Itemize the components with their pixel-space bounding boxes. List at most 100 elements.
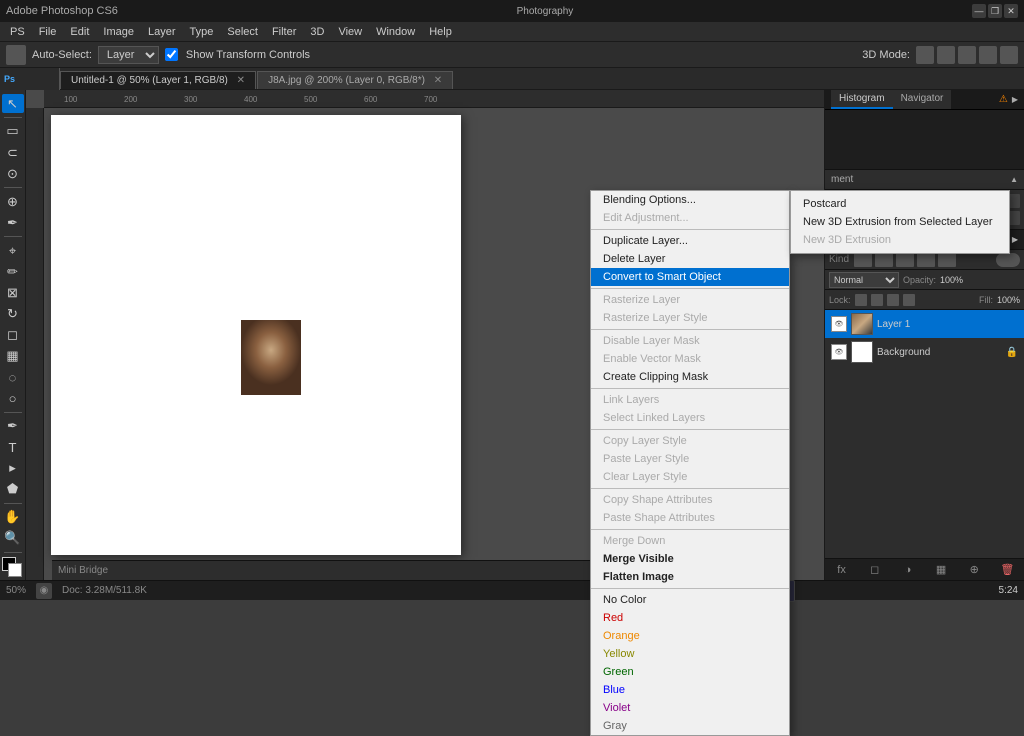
ctx-merge-visible[interactable]: Merge Visible (591, 550, 789, 568)
new-group-btn[interactable]: ▦ (933, 562, 949, 578)
shape-tool[interactable]: ⬟ (2, 480, 24, 499)
eraser-tool[interactable]: ◻ (2, 325, 24, 344)
tab-navigator[interactable]: Navigator (893, 90, 952, 109)
add-mask-btn[interactable]: ◻ (867, 562, 883, 578)
histogram-display (825, 110, 1024, 170)
new-layer-btn[interactable]: ⊕ (966, 562, 982, 578)
filter-icon-3[interactable] (896, 253, 914, 267)
3d-scale-btn[interactable] (1000, 46, 1018, 64)
char-panel-arrow[interactable]: ▲ (1010, 175, 1018, 184)
lock-transparent-btn[interactable] (855, 294, 867, 306)
menu-help[interactable]: Help (423, 24, 458, 40)
lock-all-btn[interactable] (903, 294, 915, 306)
auto-select-dropdown[interactable]: Layer Group (98, 46, 159, 64)
hand-tool[interactable]: ✋ (2, 508, 24, 527)
tab-untitled[interactable]: Untitled-1 @ 50% (Layer 1, RGB/8) ✕ (60, 71, 256, 89)
ctx-red[interactable]: Red (591, 609, 789, 627)
layers-footer: fx ◻ ◑ ▦ ⊕ 🗑 (825, 558, 1024, 580)
sub-postcard[interactable]: Postcard (791, 195, 1009, 213)
ctx-gray[interactable]: Gray (591, 717, 789, 735)
maximize-button[interactable]: ❐ (988, 4, 1002, 18)
move-tool[interactable]: ↖ (2, 94, 24, 113)
quickselect-tool[interactable]: ⊙ (2, 164, 24, 183)
3d-slide-btn[interactable] (979, 46, 997, 64)
menu-select[interactable]: Select (221, 24, 264, 40)
history-brush-tool[interactable]: ↻ (2, 304, 24, 323)
ctx-clipping-mask[interactable]: Create Clipping Mask (591, 368, 789, 386)
minimize-button[interactable]: — (972, 4, 986, 18)
layers-collapse[interactable]: ▶ (1012, 235, 1018, 244)
add-fx-btn[interactable]: fx (834, 562, 850, 578)
close-button[interactable]: ✕ (1004, 4, 1018, 18)
filter-icon-1[interactable] (854, 253, 872, 267)
tab-j8a-close[interactable]: ✕ (434, 75, 442, 86)
filter-icon-5[interactable] (938, 253, 956, 267)
bg-visibility-eye[interactable]: 👁 (831, 344, 847, 360)
menu-window[interactable]: Window (370, 24, 421, 40)
menu-layer[interactable]: Layer (142, 24, 182, 40)
crop-tool[interactable]: ⊕ (2, 192, 24, 211)
lock-position-btn[interactable] (887, 294, 899, 306)
dodge-tool[interactable]: ○ (2, 389, 24, 408)
ctx-blending-options[interactable]: Blending Options... (591, 191, 789, 209)
gradient-tool[interactable]: ▦ (2, 346, 24, 365)
ctx-yellow[interactable]: Yellow (591, 645, 789, 663)
eyedropper-tool[interactable]: ✒ (2, 213, 24, 232)
menu-3d[interactable]: 3D (304, 24, 330, 40)
marquee-tool[interactable]: ▭ (2, 122, 24, 141)
tool-options-icon[interactable] (6, 45, 26, 65)
brush-tool[interactable]: ✏ (2, 262, 24, 281)
ctx-flatten[interactable]: Flatten Image (591, 568, 789, 586)
menubar: PS File Edit Image Layer Type Select Fil… (0, 22, 1024, 42)
tool-separator (4, 117, 22, 118)
canvas-nav-btn[interactable]: ◉ (36, 583, 52, 599)
mini-bridge-bar[interactable]: Mini Bridge (52, 560, 624, 580)
menu-type[interactable]: Type (184, 24, 220, 40)
menu-ps[interactable]: PS (4, 24, 31, 40)
lock-image-btn[interactable] (871, 294, 883, 306)
ctx-blue[interactable]: Blue (591, 681, 789, 699)
tab-untitled-close[interactable]: ✕ (237, 75, 245, 86)
3d-rotate-btn[interactable] (916, 46, 934, 64)
ctx-green[interactable]: Green (591, 663, 789, 681)
lasso-tool[interactable]: ⊂ (2, 143, 24, 162)
sub-new3d-selected[interactable]: New 3D Extrusion from Selected Layer (791, 213, 1009, 231)
ctx-orange[interactable]: Orange (591, 627, 789, 645)
ctx-delete-layer[interactable]: Delete Layer (591, 250, 789, 268)
3d-pan-btn[interactable] (958, 46, 976, 64)
ctx-no-color[interactable]: No Color (591, 591, 789, 609)
blur-tool[interactable]: ◌ (2, 368, 24, 387)
tab-histogram[interactable]: Histogram (831, 90, 893, 109)
blend-opacity-row: Normal Opacity: 100% (825, 270, 1024, 290)
show-transform-checkbox[interactable] (165, 48, 178, 61)
delete-layer-btn[interactable]: 🗑 (999, 562, 1015, 578)
ctx-sep-3 (591, 329, 789, 330)
pen-tool[interactable]: ✒ (2, 417, 24, 436)
ctx-violet[interactable]: Violet (591, 699, 789, 717)
ctx-duplicate-layer[interactable]: Duplicate Layer... (591, 232, 789, 250)
ctx-convert-smart[interactable]: Convert to Smart Object (591, 268, 789, 286)
menu-image[interactable]: Image (97, 24, 140, 40)
color-swatch[interactable] (2, 557, 24, 576)
zoom-tool[interactable]: 🔍 (2, 529, 24, 548)
panel-collapse-arrow[interactable]: ▶ (1012, 95, 1018, 104)
path-select-tool[interactable]: ▸ (2, 459, 24, 478)
tab-j8a[interactable]: J8A.jpg @ 200% (Layer 0, RGB/8*) ✕ (257, 71, 453, 89)
clone-tool[interactable]: ⊠ (2, 283, 24, 302)
filter-toggle[interactable] (996, 253, 1020, 267)
menu-edit[interactable]: Edit (64, 24, 95, 40)
layer1-visibility-eye[interactable]: 👁 (831, 316, 847, 332)
filter-icon-4[interactable] (917, 253, 935, 267)
spot-heal-tool[interactable]: ⌖ (2, 241, 24, 260)
menu-file[interactable]: File (33, 24, 63, 40)
new-adj-btn[interactable]: ◑ (900, 562, 916, 578)
blend-mode-select[interactable]: Normal (829, 272, 899, 288)
text-tool[interactable]: T (2, 438, 24, 457)
layer-row-background[interactable]: 👁 Background 🔒 (825, 338, 1024, 366)
menu-filter[interactable]: Filter (266, 24, 302, 40)
filter-icon-2[interactable] (875, 253, 893, 267)
layer-row-layer1[interactable]: 👁 Layer 1 (825, 310, 1024, 338)
3d-roll-btn[interactable] (937, 46, 955, 64)
tabbar: Ps Untitled-1 @ 50% (Layer 1, RGB/8) ✕ J… (0, 68, 1024, 90)
menu-view[interactable]: View (332, 24, 368, 40)
